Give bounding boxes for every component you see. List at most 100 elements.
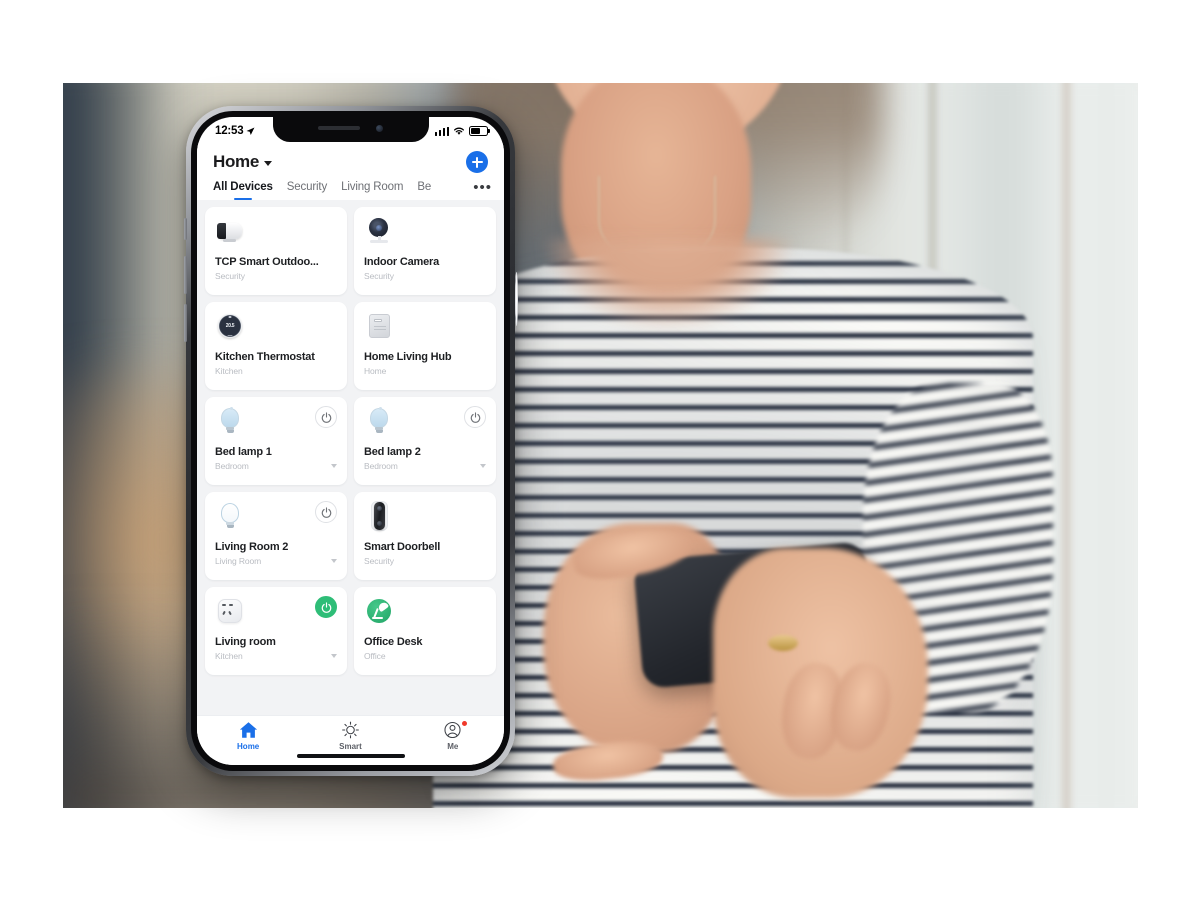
- device-room: Office: [364, 651, 386, 661]
- tab-all-devices[interactable]: All Devices: [213, 181, 273, 200]
- device-name: Office Desk: [364, 636, 423, 648]
- bulb-icon: [215, 406, 245, 436]
- card-top: [215, 216, 337, 252]
- bulb-off-icon: [215, 501, 245, 531]
- account-icon: [444, 721, 461, 739]
- device-room: Security: [364, 556, 394, 566]
- tab-living-room[interactable]: Living Room: [341, 181, 403, 200]
- app-header: Home: [197, 143, 504, 177]
- power-toggle[interactable]: [464, 406, 486, 428]
- device-card[interactable]: Office Desk Office: [354, 587, 496, 675]
- clock-label: 12:53: [215, 125, 244, 137]
- battery-icon: [469, 126, 488, 136]
- device-card[interactable]: TCP Smart Outdoo... Security: [205, 207, 347, 295]
- smartphone-device: 12:53 Home All Devices Security Living R…: [183, 106, 518, 776]
- chevron-down-icon[interactable]: [331, 559, 337, 563]
- device-grid: TCP Smart Outdoo... Security Indoor Came…: [205, 207, 496, 675]
- device-card[interactable]: Indoor Camera Security: [354, 207, 496, 295]
- tab-security[interactable]: Security: [287, 181, 327, 200]
- device-room: Kitchen: [215, 366, 243, 376]
- device-name: Kitchen Thermostat: [215, 351, 315, 363]
- card-room-row: Office: [364, 651, 486, 661]
- device-grid-scroll[interactable]: TCP Smart Outdoo... Security Indoor Came…: [197, 200, 504, 715]
- thermostat-icon: 20.5: [215, 311, 245, 341]
- power-toggle[interactable]: [315, 406, 337, 428]
- power-icon: [321, 411, 331, 423]
- card-room-row: Bedroom: [215, 461, 337, 471]
- card-room-row: Kitchen: [215, 366, 337, 376]
- card-room-row: Bedroom: [364, 461, 486, 471]
- power-icon: [321, 506, 331, 518]
- home-icon: [239, 722, 257, 738]
- power-button[interactable]: [514, 272, 518, 326]
- device-name: Home Living Hub: [364, 351, 452, 363]
- device-card[interactable]: Bed lamp 1 Bedroom: [205, 397, 347, 485]
- tab-me-label: Me: [447, 742, 459, 751]
- hub-icon: [364, 311, 394, 341]
- device-room: Home: [364, 366, 387, 376]
- power-icon: [321, 601, 331, 613]
- card-top: [215, 501, 337, 537]
- mute-switch[interactable]: [183, 218, 187, 240]
- tab-me[interactable]: Me: [418, 720, 488, 751]
- device-room: Kitchen: [215, 651, 243, 661]
- device-card[interactable]: Bed lamp 2 Bedroom: [354, 397, 496, 485]
- card-room-row: Security: [215, 271, 337, 281]
- tabs-overflow-button[interactable]: •••: [473, 180, 492, 199]
- outdoor-camera-icon: [215, 216, 245, 246]
- home-selector[interactable]: Home: [213, 152, 273, 172]
- volume-up-button[interactable]: [183, 256, 187, 294]
- power-toggle[interactable]: [315, 501, 337, 523]
- card-room-row: Security: [364, 556, 486, 566]
- volume-down-button[interactable]: [183, 304, 187, 342]
- device-card[interactable]: 20.5 Kitchen Thermostat Kitchen: [205, 302, 347, 390]
- tab-home-label: Home: [237, 742, 260, 751]
- power-toggle-active[interactable]: [315, 596, 337, 618]
- chevron-down-icon[interactable]: [331, 654, 337, 658]
- bulb-icon: [364, 406, 394, 436]
- device-name: Smart Doorbell: [364, 541, 441, 553]
- tab-home[interactable]: Home: [213, 721, 283, 751]
- chevron-down-icon: [264, 161, 273, 166]
- card-room-row: Security: [364, 271, 486, 281]
- desk-lamp-icon: [364, 596, 394, 626]
- tab-smart[interactable]: Smart: [315, 721, 385, 751]
- device-name: TCP Smart Outdoo...: [215, 256, 319, 268]
- wifi-icon: [453, 127, 465, 135]
- device-name: Bed lamp 1: [215, 446, 272, 458]
- ring: [768, 635, 798, 651]
- card-room-row: Home: [364, 366, 486, 376]
- add-device-button[interactable]: [466, 151, 488, 173]
- chevron-down-icon[interactable]: [331, 464, 337, 468]
- device-name: Living Room 2: [215, 541, 289, 553]
- shirt-neckline: [543, 239, 793, 329]
- status-bar-left: 12:53: [215, 125, 255, 137]
- device-card[interactable]: Living room Kitchen: [205, 587, 347, 675]
- card-top: [364, 311, 486, 347]
- home-indicator[interactable]: [296, 754, 405, 758]
- card-top: [364, 501, 486, 537]
- doorbell-icon: [364, 501, 394, 531]
- location-arrow-icon: [246, 127, 255, 135]
- device-room: Living Room: [215, 556, 262, 566]
- card-top: [364, 596, 486, 632]
- tab-bedroom[interactable]: Be: [417, 181, 431, 200]
- device-card[interactable]: Home Living Hub Home: [354, 302, 496, 390]
- card-top: [215, 596, 337, 632]
- card-top: [364, 406, 486, 442]
- thermostat-temperature: 20.5: [225, 323, 235, 329]
- tab-smart-label: Smart: [339, 742, 362, 751]
- device-name: Bed lamp 2: [364, 446, 421, 458]
- chevron-down-icon[interactable]: [480, 464, 486, 468]
- device-card[interactable]: Smart Doorbell Security: [354, 492, 496, 580]
- device-name: Indoor Camera: [364, 256, 440, 268]
- device-card[interactable]: Living Room 2 Living Room: [205, 492, 347, 580]
- card-room-row: Living Room: [215, 556, 337, 566]
- cellular-signal-icon: [434, 126, 449, 136]
- card-room-row: Kitchen: [215, 651, 337, 661]
- device-name: Living room: [215, 636, 276, 648]
- room-tabs: All Devices Security Living Room Be •••: [197, 177, 504, 200]
- card-top: 20.5: [215, 311, 337, 347]
- phone-screen: 12:53 Home All Devices Security Living R…: [197, 117, 504, 765]
- device-room: Bedroom: [215, 461, 249, 471]
